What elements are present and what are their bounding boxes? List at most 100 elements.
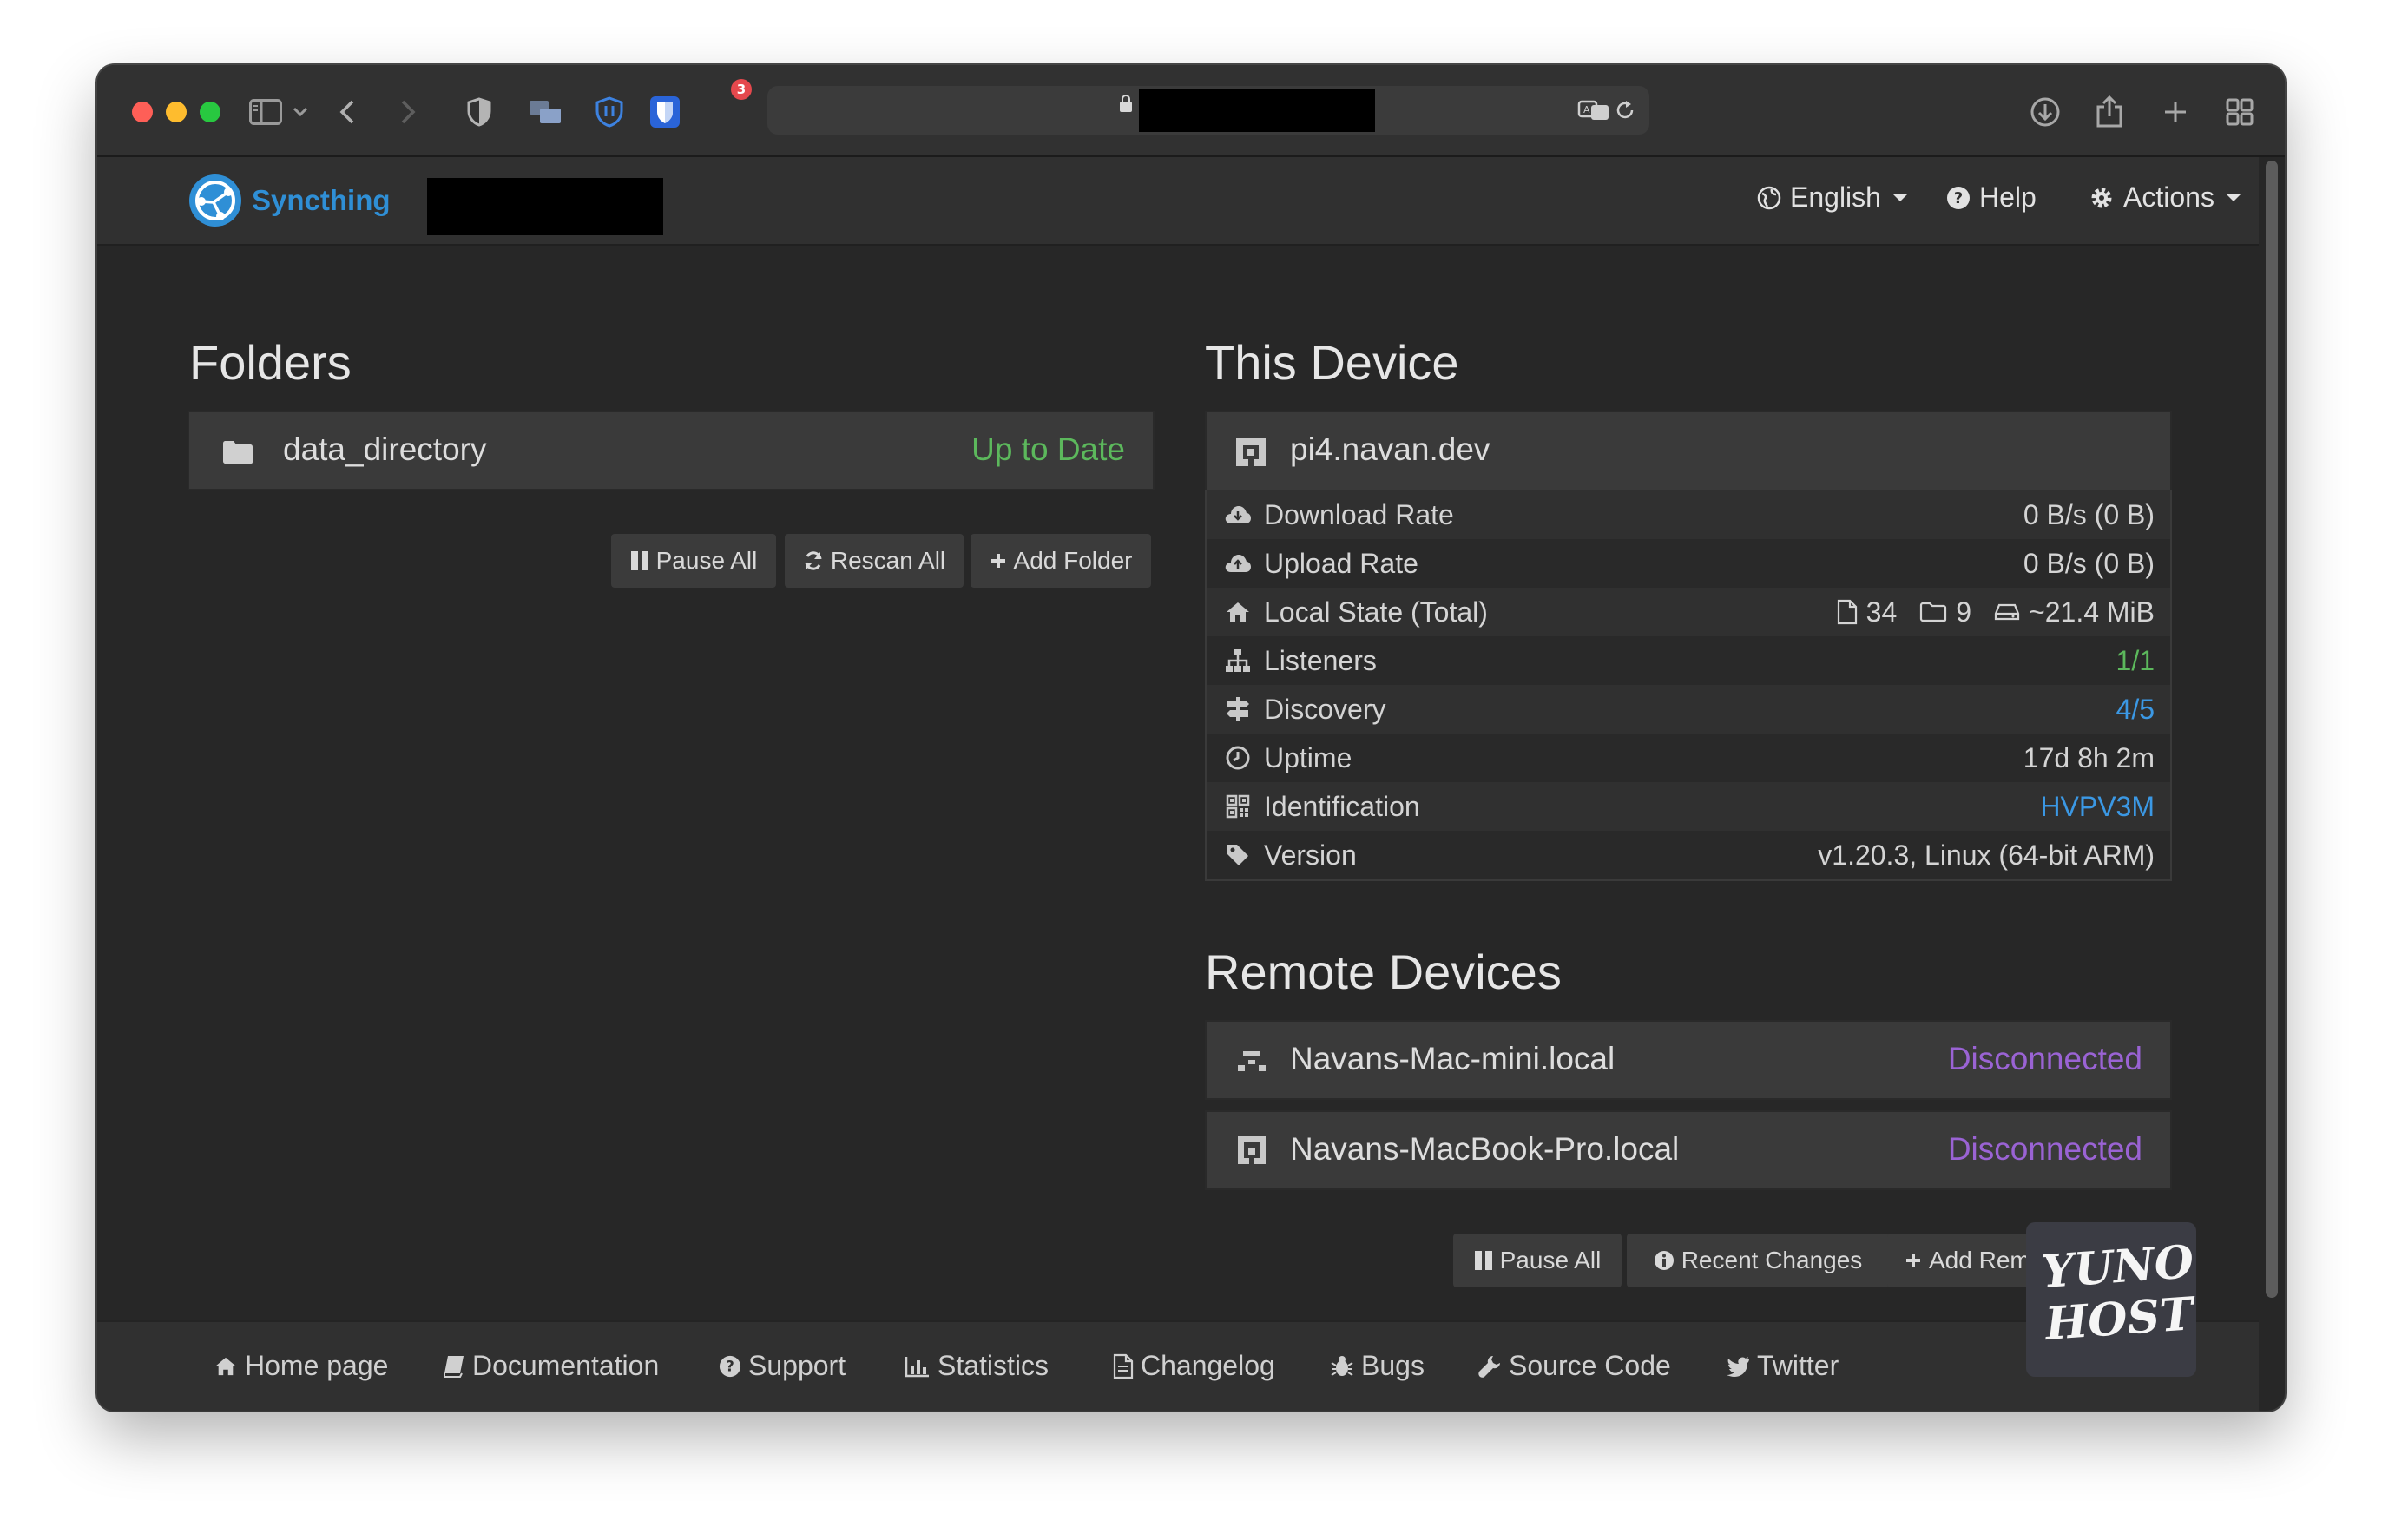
hdd-icon bbox=[1994, 603, 2020, 621]
home-icon bbox=[1224, 598, 1252, 626]
remote-device-status: Disconnected bbox=[1947, 1131, 2142, 1167]
footer-link-statistics[interactable]: Statistics bbox=[905, 1350, 1049, 1382]
remote-devices-heading: Remote Devices bbox=[1205, 944, 1562, 999]
footer-link-home[interactable]: Home page bbox=[214, 1350, 388, 1382]
add-folder-button[interactable]: Add Folder bbox=[971, 534, 1151, 588]
wrench-icon bbox=[1478, 1355, 1500, 1378]
brand-name: Syncthing bbox=[252, 184, 391, 216]
twitter-icon bbox=[1727, 1356, 1749, 1377]
pause-icon bbox=[1474, 1251, 1492, 1270]
footer-link-label: Support bbox=[748, 1350, 846, 1381]
remote-device-panel[interactable]: Navans-MacBook-Pro.local Disconnected bbox=[1205, 1110, 2172, 1190]
help-menu[interactable]: ? Help bbox=[1946, 181, 2037, 214]
pause-icon bbox=[630, 551, 648, 570]
recent-changes-button[interactable]: Recent Changes bbox=[1627, 1234, 1889, 1287]
refresh-icon bbox=[805, 551, 822, 570]
close-window-button[interactable] bbox=[132, 102, 153, 122]
remote-device-name: Navans-Mac-mini.local bbox=[1290, 1041, 1615, 1076]
language-menu[interactable]: English bbox=[1757, 181, 1907, 214]
listeners-row: Listeners 1/1 bbox=[1207, 636, 2170, 685]
footer-link-label: Bugs bbox=[1361, 1350, 1425, 1381]
tag-icon bbox=[1224, 841, 1252, 869]
language-label: English bbox=[1790, 181, 1881, 213]
sidebar-toggle-icon[interactable] bbox=[247, 93, 285, 131]
new-tab-icon[interactable] bbox=[2156, 93, 2194, 131]
downloads-icon[interactable] bbox=[2026, 93, 2064, 131]
pause-all-folders-button[interactable]: Pause All bbox=[611, 534, 776, 588]
app-navbar: Syncthing English ? Help Actions bbox=[97, 157, 2259, 246]
listeners-label: Listeners bbox=[1264, 644, 1377, 676]
footer-link-source-code[interactable]: Source Code bbox=[1477, 1350, 1671, 1382]
footer-link-documentation[interactable]: Documentation bbox=[443, 1350, 659, 1382]
pause-all-devices-button[interactable]: Pause All bbox=[1453, 1234, 1622, 1287]
add-folder-label: Add Folder bbox=[1013, 547, 1133, 574]
book-icon bbox=[444, 1355, 464, 1378]
address-bar[interactable]: A bbox=[767, 86, 1649, 135]
screen-share-icon[interactable] bbox=[526, 93, 564, 131]
actions-menu[interactable]: Actions bbox=[2089, 181, 2241, 214]
bitwarden-icon[interactable] bbox=[646, 93, 684, 131]
discovery-label: Discovery bbox=[1264, 693, 1386, 725]
yunohost-logo: YUNO HOST bbox=[2039, 1235, 2196, 1351]
identification-value[interactable]: HVPV3M bbox=[2040, 791, 2155, 823]
footer-link-label: Source Code bbox=[1509, 1350, 1671, 1381]
bar-chart-icon bbox=[905, 1356, 929, 1377]
download-rate-label: Download Rate bbox=[1264, 498, 1454, 530]
listeners-value[interactable]: 1/1 bbox=[2116, 645, 2155, 677]
identification-label: Identification bbox=[1264, 790, 1420, 822]
svg-text:?: ? bbox=[1954, 189, 1963, 207]
discovery-value[interactable]: 4/5 bbox=[2116, 694, 2155, 726]
rescan-all-label: Rescan All bbox=[830, 547, 946, 574]
footer-link-label: Twitter bbox=[1757, 1350, 1839, 1381]
local-size: ~21.4 MiB bbox=[2029, 596, 2155, 628]
extension-badge: 3 bbox=[731, 79, 752, 100]
footer-link-label: Home page bbox=[245, 1350, 389, 1381]
lock-icon bbox=[1120, 95, 1132, 112]
gear-icon bbox=[2091, 188, 2112, 207]
folder-name: data_directory bbox=[283, 431, 487, 467]
rescan-all-button[interactable]: Rescan All bbox=[785, 534, 964, 588]
device-identicon-icon bbox=[1238, 1136, 1266, 1164]
this-device-name: pi4.navan.dev bbox=[1290, 431, 1490, 467]
actions-label: Actions bbox=[2123, 181, 2214, 213]
local-folders-count: 9 bbox=[1956, 596, 1972, 628]
folders-heading: Folders bbox=[189, 335, 352, 390]
extension-shield-icon[interactable] bbox=[590, 93, 628, 131]
pause-all-label: Pause All bbox=[1499, 1247, 1602, 1273]
browser-window: 3 A Syncthing English ? Help Actions Fol… bbox=[97, 65, 2285, 1411]
zoom-window-button[interactable] bbox=[200, 102, 220, 122]
remote-device-panel[interactable]: Navans-Mac-mini.local Disconnected bbox=[1205, 1020, 2172, 1100]
footer-link-support[interactable]: ? Support bbox=[719, 1350, 846, 1382]
local-state-label: Local State (Total) bbox=[1264, 596, 1488, 628]
remote-device-name: Navans-MacBook-Pro.local bbox=[1290, 1131, 1680, 1167]
back-icon[interactable] bbox=[328, 93, 366, 131]
info-circle-icon bbox=[1654, 1251, 1674, 1270]
share-icon[interactable] bbox=[2090, 93, 2129, 131]
yunohost-overlay[interactable]: YUNO HOST bbox=[2026, 1222, 2196, 1377]
footer-link-bugs[interactable]: Bugs bbox=[1330, 1350, 1425, 1382]
cloud-download-icon bbox=[1224, 501, 1252, 529]
tab-overview-icon[interactable] bbox=[2221, 93, 2259, 131]
help-label: Help bbox=[1979, 181, 2037, 213]
browser-toolbar: 3 A bbox=[97, 65, 2285, 157]
folder-icon bbox=[223, 441, 253, 464]
scrollbar[interactable] bbox=[2262, 161, 2280, 1333]
minimize-window-button[interactable] bbox=[166, 102, 187, 122]
folder-panel[interactable]: data_directory Up to Date bbox=[188, 411, 1155, 490]
brand[interactable]: Syncthing bbox=[188, 173, 391, 228]
privacy-shield-icon[interactable] bbox=[460, 93, 498, 131]
reload-icon[interactable] bbox=[1606, 91, 1644, 129]
folder-status: Up to Date bbox=[971, 431, 1125, 467]
download-rate-value: 0 B/s (0 B) bbox=[2023, 498, 2155, 530]
scrollbar-thumb[interactable] bbox=[2266, 161, 2278, 1298]
signpost-icon bbox=[1224, 695, 1252, 723]
forward-icon[interactable] bbox=[389, 93, 427, 131]
caret-down-icon bbox=[1892, 194, 1907, 201]
bug-icon bbox=[1331, 1355, 1353, 1376]
footer-link-twitter[interactable]: Twitter bbox=[1726, 1350, 1839, 1382]
footer-link-changelog[interactable]: Changelog bbox=[1113, 1350, 1275, 1382]
this-device-panel-header[interactable]: pi4.navan.dev bbox=[1205, 411, 2172, 492]
question-circle-icon: ? bbox=[1947, 186, 1970, 209]
sitemap-icon bbox=[1224, 647, 1252, 675]
chevron-down-icon[interactable] bbox=[281, 93, 319, 131]
